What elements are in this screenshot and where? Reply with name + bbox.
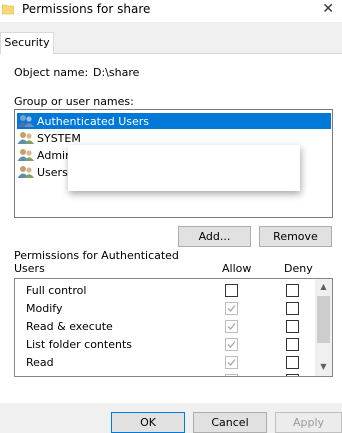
tab-security[interactable]: Security xyxy=(0,32,54,54)
scroll-down-icon[interactable]: ▼ xyxy=(315,359,332,375)
allow-checkbox[interactable] xyxy=(225,356,238,369)
ok-button[interactable]: OK xyxy=(111,412,185,433)
deny-checkbox[interactable] xyxy=(286,338,299,351)
object-name-label: Object name: xyxy=(14,66,89,79)
deny-checkbox[interactable] xyxy=(286,284,299,297)
allow-checkbox[interactable] xyxy=(225,302,238,315)
permissions-header-line2: Users xyxy=(14,262,45,275)
vertical-scrollbar[interactable]: ▲ ▼ xyxy=(315,279,332,376)
users-group-icon xyxy=(17,114,35,128)
allow-column-header: Allow xyxy=(222,262,252,275)
window-title: Permissions for share xyxy=(22,2,151,16)
tab-label: Security xyxy=(4,36,50,49)
deny-checkbox[interactable] xyxy=(286,374,299,376)
deny-checkbox[interactable] xyxy=(286,302,299,315)
user-name: SYSTEM xyxy=(37,131,81,145)
permission-name: List folder contents xyxy=(26,338,132,351)
user-name: Users xyxy=(37,165,68,179)
close-icon[interactable]: ✕ xyxy=(322,1,334,17)
permission-name: Read xyxy=(26,356,54,369)
deny-checkbox[interactable] xyxy=(286,356,299,369)
permission-row: List folder contents xyxy=(15,335,317,353)
check-icon xyxy=(227,341,236,348)
allow-checkbox[interactable] xyxy=(225,284,238,297)
apply-button[interactable]: Apply xyxy=(275,412,342,433)
users-group-icon xyxy=(17,165,35,179)
check-icon xyxy=(227,376,236,377)
permission-name: Full control xyxy=(26,284,87,297)
object-name-value: D:\share xyxy=(93,66,140,79)
list-item[interactable]: SYSTEM xyxy=(17,130,331,146)
permission-row: Read & execute xyxy=(15,317,317,335)
check-icon xyxy=(227,305,236,312)
scroll-up-icon[interactable]: ▲ xyxy=(315,279,332,295)
permission-row: Modify xyxy=(15,299,317,317)
add-button[interactable]: Add... xyxy=(178,226,251,247)
group-label: Group or user names: xyxy=(14,95,134,108)
check-icon xyxy=(227,323,236,330)
scroll-thumb[interactable] xyxy=(317,296,330,343)
remove-button[interactable]: Remove xyxy=(259,226,332,247)
title-bar: Permissions for share ✕ xyxy=(0,0,342,22)
deny-column-header: Deny xyxy=(284,262,313,275)
permissions-list: Full control Modify Read & execute List fol… xyxy=(14,278,333,377)
list-item[interactable]: Authenticated Users xyxy=(17,113,331,129)
popup-card xyxy=(68,145,300,191)
allow-checkbox[interactable] xyxy=(225,320,238,333)
allow-checkbox[interactable] xyxy=(225,338,238,351)
permission-row xyxy=(15,371,317,377)
permission-name: Modify xyxy=(26,302,63,315)
users-group-icon xyxy=(17,148,35,162)
deny-checkbox[interactable] xyxy=(286,320,299,333)
user-name: Authenticated Users xyxy=(37,114,150,128)
cancel-button[interactable]: Cancel xyxy=(193,412,267,433)
permission-row: Read xyxy=(15,353,317,371)
users-group-icon xyxy=(17,131,35,145)
check-icon xyxy=(227,359,236,366)
permissions-header-line1: Permissions for Authenticated xyxy=(14,249,179,262)
permission-row: Full control xyxy=(15,281,317,299)
permission-name: Read & execute xyxy=(26,320,113,333)
folder-icon xyxy=(1,3,15,15)
allow-checkbox[interactable] xyxy=(225,374,238,377)
